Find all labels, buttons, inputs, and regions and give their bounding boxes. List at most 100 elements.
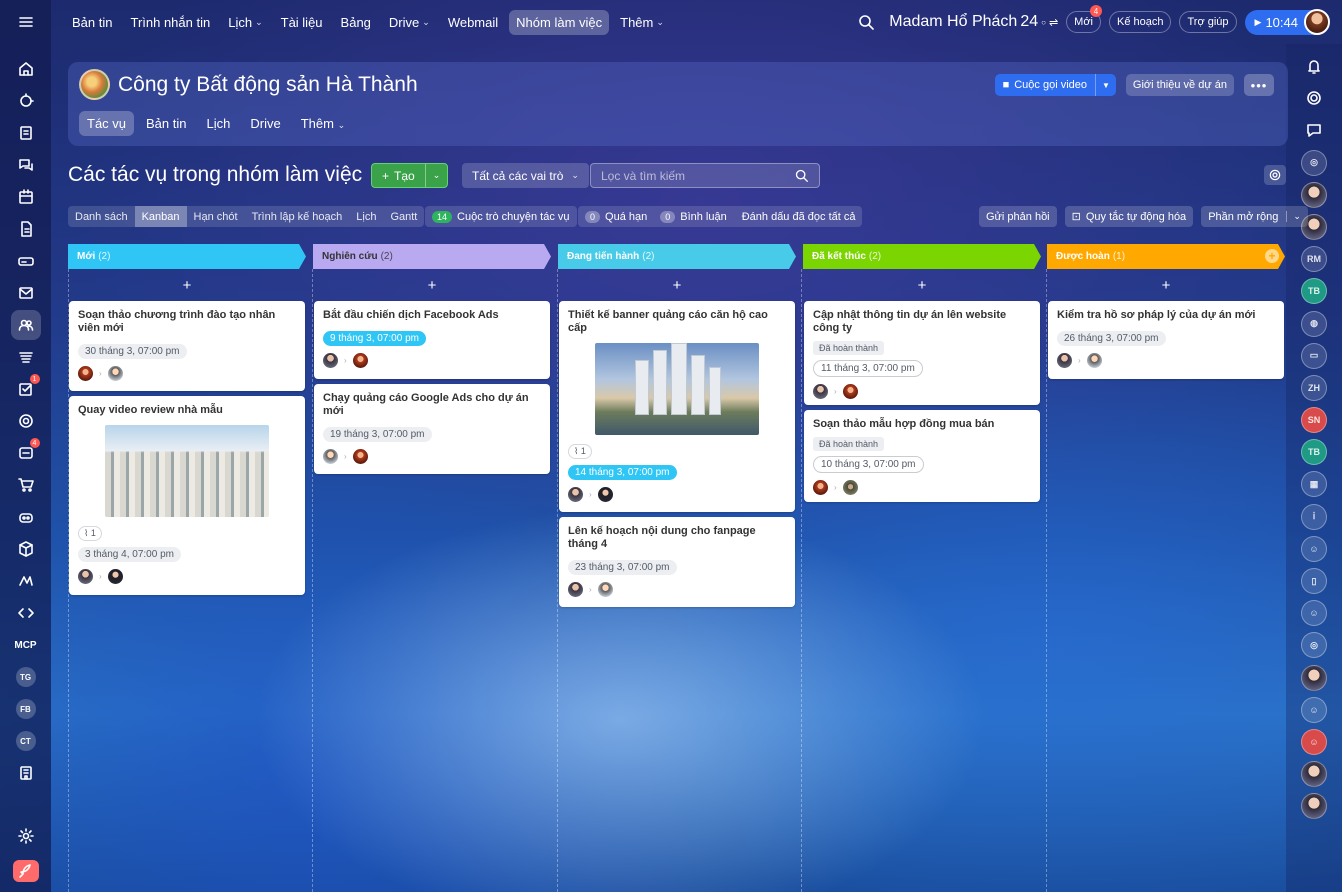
user-avatar[interactable] [1304, 8, 1330, 35]
contact-group-3[interactable]: ☺ [1301, 696, 1327, 723]
contact-calendar[interactable]: ▦ [1301, 471, 1327, 498]
task-title[interactable]: Quay video review nhà mẫu [78, 404, 296, 417]
task-deadline[interactable]: 19 tháng 3, 07:00 pm [323, 426, 432, 442]
clock-button[interactable]: ▶ 10:44 [1244, 8, 1330, 35]
contact-sn[interactable]: SN [1301, 407, 1327, 434]
add-column-icon[interactable]: + [1265, 249, 1279, 263]
sidebar-crm[interactable] [11, 86, 41, 116]
sidebar-docs[interactable] [11, 214, 41, 244]
contact-group[interactable]: ◍ [1301, 310, 1327, 337]
sidebar-workgroups[interactable] [10, 310, 41, 340]
task-deadline[interactable]: 3 tháng 4, 07:00 pm [78, 546, 181, 562]
task-title[interactable]: Thiết kế banner quảng cáo căn hộ cao cấp [568, 309, 786, 335]
nav-webmail[interactable]: Webmail [441, 10, 505, 35]
view-kanban[interactable]: Kanban [134, 206, 187, 227]
task-deadline[interactable]: 11 tháng 3, 07:00 pm [813, 359, 923, 377]
task-card[interactable]: Thiết kế banner quảng cáo căn hộ cao cấp… [559, 301, 795, 512]
task-deadline[interactable]: 9 tháng 3, 07:00 pm [323, 330, 426, 346]
task-title[interactable]: Soạn thảo chương trình đào tạo nhân viên… [78, 309, 296, 335]
task-card[interactable]: Soạn thảo mẫu hợp đồng mua bán Đã hoàn t… [804, 410, 1040, 502]
task-card[interactable]: Lên kế hoạch nội dung cho fanpage tháng … [559, 517, 795, 607]
column-header[interactable]: Mới (2) [68, 244, 306, 269]
avatar[interactable] [568, 486, 583, 502]
contact-copilot[interactable]: ◎ [1301, 149, 1327, 176]
avatar[interactable] [78, 365, 93, 381]
attachment-badge[interactable]: ⌇ 1 [78, 525, 102, 541]
sidebar-store[interactable] [11, 342, 41, 372]
video-call-button[interactable]: ■ Cuộc gọi video ▼ [994, 74, 1116, 96]
contact-avatar[interactable] [1301, 793, 1327, 820]
chevron-down-icon[interactable]: ▼ [1096, 81, 1116, 90]
column-header[interactable]: Đang tiến hành (2) [558, 244, 796, 269]
avatar[interactable] [568, 581, 583, 597]
sidebar-mcp[interactable]: MCP [11, 630, 41, 660]
tab-drive[interactable]: Drive [242, 111, 288, 136]
copilot-button[interactable] [1301, 85, 1327, 111]
sidebar-messenger[interactable] [11, 150, 41, 180]
task-title[interactable]: Kiểm tra hồ sơ pháp lý của dự án mới [1057, 309, 1275, 322]
tab-tasks[interactable]: Tác vụ [79, 111, 135, 136]
sidebar-bot[interactable] [11, 502, 41, 532]
add-task-button[interactable]: + [1047, 269, 1285, 301]
nav-more[interactable]: Thêm ⌄ [613, 10, 671, 35]
nav-drive[interactable]: Drive ⌄ [382, 10, 437, 35]
task-title[interactable]: Bắt đầu chiến dịch Facebook Ads [323, 309, 541, 322]
sidebar-home[interactable] [11, 54, 41, 84]
contact-zh[interactable]: ZH [1301, 374, 1327, 401]
sidebar-tg[interactable]: TG [11, 662, 41, 692]
task-deadline[interactable]: 26 tháng 3, 07:00 pm [1057, 330, 1166, 346]
contact-person[interactable]: ☺ [1301, 535, 1327, 562]
sidebar-automation[interactable] [11, 566, 41, 596]
contact-bookmark[interactable]: ▯ [1301, 568, 1327, 594]
video-call-main[interactable]: ■ Cuộc gọi video [995, 74, 1096, 96]
view-planner[interactable]: Trình lập kế hoạch [245, 206, 350, 227]
view-settings-button[interactable] [1264, 165, 1286, 185]
help-button[interactable]: Trợ giúp [1179, 11, 1237, 33]
contact-copilot-2[interactable]: ◎ [1301, 632, 1327, 659]
contact-avatar[interactable] [1301, 664, 1327, 691]
avatar[interactable] [813, 479, 828, 495]
avatar[interactable] [107, 365, 123, 381]
tab-feed[interactable]: Bản tin [138, 111, 194, 136]
avatar[interactable] [107, 568, 123, 584]
sidebar-calendar[interactable] [11, 182, 41, 212]
contact-tb[interactable]: TB [1301, 278, 1327, 305]
sidebar-company[interactable] [11, 758, 41, 788]
plan-button[interactable]: Kế hoạch [1109, 11, 1172, 33]
avatar[interactable] [78, 568, 93, 584]
sidebar-sites[interactable] [11, 406, 41, 436]
task-card[interactable]: Soạn thảo chương trình đào tạo nhân viên… [69, 301, 305, 391]
sidebar-ct[interactable]: CT [11, 726, 41, 756]
column-header[interactable]: Được hoàn (1) + [1047, 244, 1285, 269]
task-card[interactable]: Kiểm tra hồ sơ pháp lý của dự án mới 26 … [1048, 301, 1284, 379]
apps-button[interactable] [12, 860, 39, 882]
task-card[interactable]: Quay video review nhà mẫu ⌇ 1 3 tháng 4,… [69, 396, 305, 595]
view-list[interactable]: Danh sách [68, 206, 135, 227]
task-deadline[interactable]: 10 tháng 3, 07:00 pm [813, 455, 924, 473]
contact-group-2[interactable]: ☺ [1301, 600, 1327, 627]
sidebar-inventory[interactable] [11, 534, 41, 564]
avatar[interactable] [1057, 352, 1072, 368]
user-menu[interactable]: Madam Hổ Phách 24 ○ ⇌ [889, 13, 1058, 31]
contact-avatar[interactable] [1301, 181, 1327, 208]
nav-workgroups[interactable]: Nhóm làm việc [509, 9, 610, 35]
sidebar-developer[interactable] [11, 598, 41, 628]
create-button[interactable]: + Tạo ⌄ [371, 163, 449, 188]
avatar[interactable] [323, 448, 338, 464]
task-image[interactable] [105, 424, 269, 517]
role-filter-select[interactable]: Tất cả các vai trò ⌄ [462, 163, 589, 188]
contact-avatar[interactable] [1301, 761, 1327, 788]
project-intro-button[interactable]: Giới thiệu về dự án [1125, 74, 1234, 96]
column-header[interactable]: Đã kết thúc (2) [803, 244, 1041, 269]
avatar[interactable] [597, 581, 613, 597]
avatar[interactable] [813, 383, 828, 399]
nav-calendar[interactable]: Lịch ⌄ [221, 10, 269, 35]
task-title[interactable]: Cập nhật thông tin dự án lên website côn… [813, 309, 1031, 335]
sidebar-tasks[interactable]: 1 [11, 374, 41, 404]
contact-rm[interactable]: RM [1301, 246, 1327, 273]
task-chats-counter[interactable]: 14 Cuộc trò chuyện tác vụ [425, 206, 577, 227]
view-calendar[interactable]: Lịch [349, 206, 383, 227]
add-task-button[interactable]: + [68, 269, 306, 301]
search-icon[interactable] [794, 168, 809, 183]
attachment-badge[interactable]: ⌇ 1 [568, 443, 592, 459]
